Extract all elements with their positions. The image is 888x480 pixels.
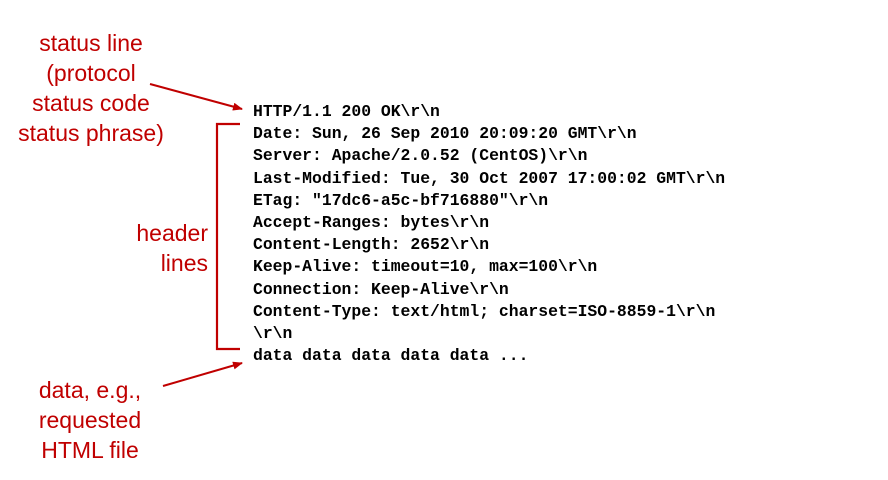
blank-line: \r\n [253,324,293,344]
header-lines-annotation: header lines [96,218,208,278]
annotation-text: data, e.g., [38,377,142,403]
data-arrow [162,361,243,387]
annotation-text: (protocol [46,60,136,86]
header-line-keep-alive: Keep-Alive: timeout=10, max=100\r\n [253,257,598,277]
http-response-message: HTTP/1.1 200 OK\r\n Date: Sun, 26 Sep 20… [253,101,725,367]
status-line-annotation: status line (protocol status code status… [4,28,178,148]
header-line-last-modified: Last-Modified: Tue, 30 Oct 2007 17:00:02… [253,168,726,188]
header-line-etag: ETag: "17dc6-a5c-bf716880"\r\n [253,190,549,210]
header-line-date: Date: Sun, 26 Sep 2010 20:09:20 GMT\r\n [253,124,637,144]
status-line: HTTP/1.1 200 OK\r\n [253,102,440,121]
annotation-text: status code [32,90,150,116]
annotation-text: status phrase) [18,120,164,146]
header-line-accept-ranges: Accept-Ranges: bytes\r\n [253,213,490,233]
entity-body: data data data data data ... [253,346,529,366]
header-line-connection: Connection: Keep-Alive\r\n [253,279,509,299]
header-lines-bracket [215,122,240,351]
data-annotation: data, e.g., requested HTML file [18,375,162,465]
annotation-text: header [136,220,208,246]
annotation-text: requested [38,407,142,433]
header-line-content-length: Content-Length: 2652\r\n [253,235,490,255]
header-line-content-type: Content-Type: text/html; charset=ISO-885… [253,301,716,321]
annotation-text: HTML file [41,437,139,463]
annotation-text: status line [39,30,143,56]
annotation-text: lines [160,250,208,276]
header-line-server: Server: Apache/2.0.52 (CentOS)\r\n [253,146,588,166]
